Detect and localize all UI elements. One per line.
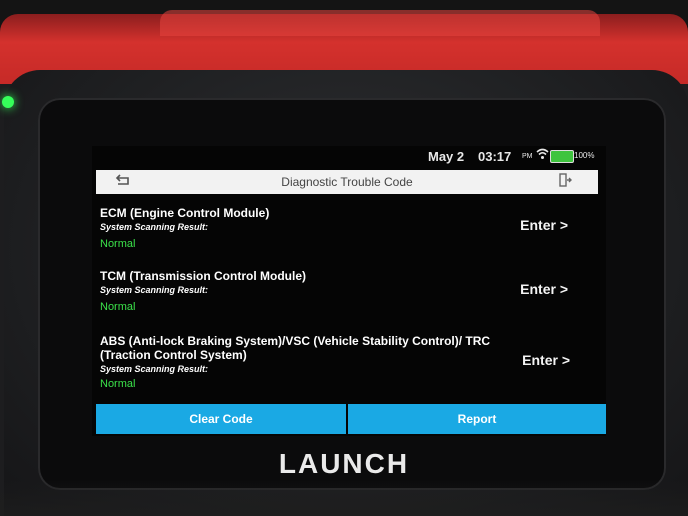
status-date: May 2: [428, 149, 465, 164]
wifi-icon: [536, 147, 549, 163]
scan-result-label: System Scanning Result:: [100, 364, 209, 374]
scan-result-value: Normal: [100, 301, 136, 313]
module-name: ECM (Engine Control Module): [100, 206, 270, 220]
module-row-tcm[interactable]: TCM (Transmission Control Module) System…: [100, 269, 580, 313]
status-ampm: PM: [522, 153, 533, 160]
power-led: [2, 96, 14, 108]
title-bar: Diagnostic Trouble Code: [96, 170, 598, 194]
status-bar: May 2 03:17 PM 100%: [92, 146, 606, 168]
module-name: ABS (Anti-lock Braking System)/VSC (Vehi…: [100, 334, 491, 362]
brand-logo: LAUNCH: [278, 448, 410, 479]
module-row-abs[interactable]: ABS (Anti-lock Braking System)/VSC (Vehi…: [100, 334, 570, 390]
exit-icon[interactable]: [558, 173, 572, 190]
scan-result-label: System Scanning Result:: [100, 285, 209, 295]
enter-button[interactable]: Enter >: [520, 281, 568, 297]
scan-result-value: Normal: [100, 378, 136, 390]
page-title: Diagnostic Trouble Code: [281, 175, 413, 189]
scan-result-label: System Scanning Result:: [100, 222, 209, 232]
module-name: TCM (Transmission Control Module): [100, 269, 306, 283]
bottom-button-bar: Clear Code Report: [96, 404, 606, 436]
battery-icon: [550, 150, 574, 163]
enter-button[interactable]: Enter >: [522, 352, 570, 368]
report-button[interactable]: Report: [348, 404, 606, 434]
status-time: 03:17: [478, 149, 512, 164]
device-screen: May 2 03:17 PM 100% Diagnostic Trouble C…: [92, 146, 606, 436]
battery-percent: 100%: [574, 151, 595, 160]
scan-result-value: Normal: [100, 238, 136, 250]
enter-button[interactable]: Enter >: [520, 217, 568, 233]
bottom-shade: [0, 480, 688, 516]
clear-code-button[interactable]: Clear Code: [96, 404, 346, 434]
module-row-ecm[interactable]: ECM (Engine Control Module) System Scann…: [100, 206, 580, 250]
